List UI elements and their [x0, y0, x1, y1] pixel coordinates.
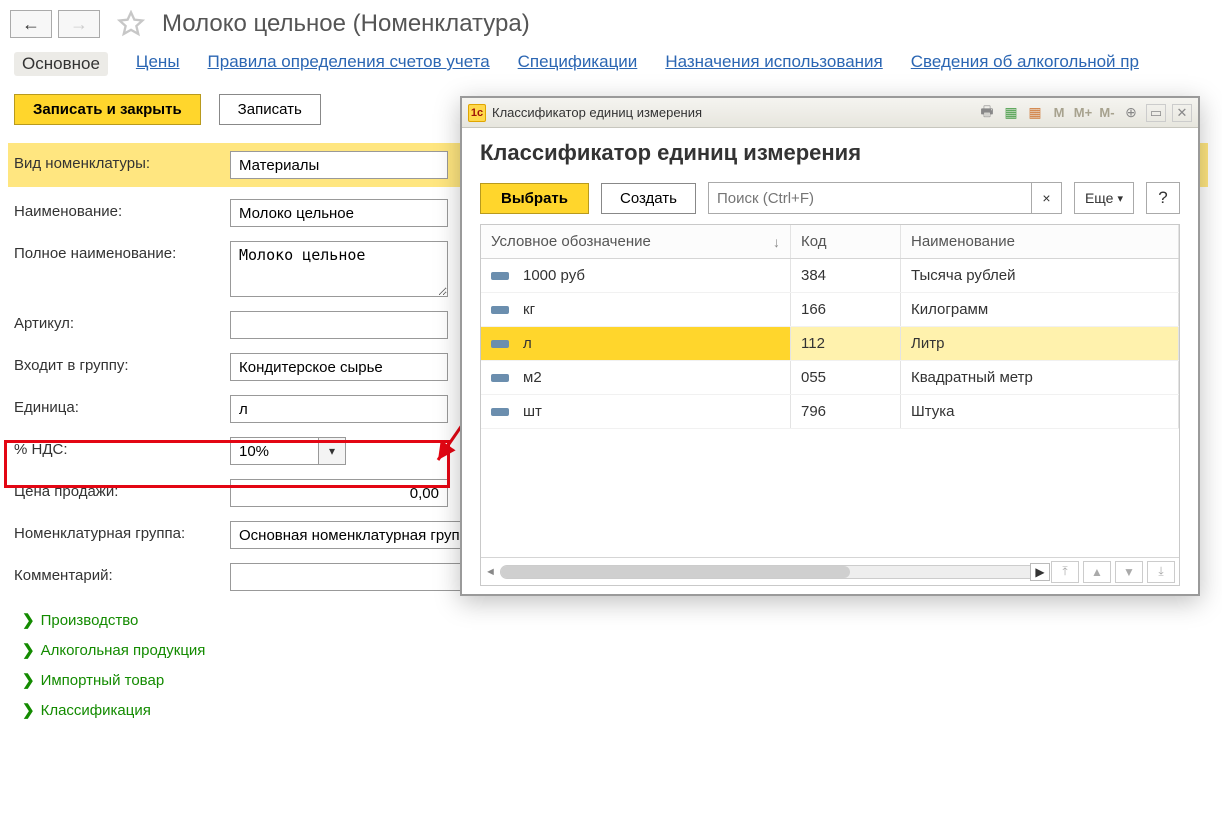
- memory-mplus-button[interactable]: M+: [1074, 104, 1092, 122]
- item-icon: [491, 374, 509, 382]
- zoom-in-icon[interactable]: ⊕: [1122, 104, 1140, 122]
- unit-classifier-window: 1c Классификатор единиц измерения 🖶 ▦ ▦ …: [460, 96, 1200, 596]
- name-label: Наименование:: [14, 199, 230, 220]
- unit-label: Единица:: [14, 395, 230, 416]
- first-row-button[interactable]: ⤒: [1051, 561, 1079, 583]
- chevron-right-icon: ❯: [22, 611, 35, 629]
- expand-import[interactable]: ❯ Импортный товар: [14, 665, 1208, 695]
- vat-label: % НДС:: [14, 437, 230, 458]
- minimize-button[interactable]: ▭: [1146, 104, 1166, 122]
- expand-classification[interactable]: ❯ Классификация: [14, 695, 1208, 725]
- scroll-right-icon[interactable]: ▶: [1030, 563, 1050, 581]
- tab-specs[interactable]: Спецификации: [518, 52, 638, 76]
- horizontal-scrollbar[interactable]: ▶: [500, 565, 1047, 579]
- prev-row-button[interactable]: ▲: [1083, 561, 1111, 583]
- table-row-selected[interactable]: л 112 Литр: [481, 327, 1179, 361]
- calendar-green-icon[interactable]: ▦: [1002, 104, 1020, 122]
- back-button[interactable]: ←: [10, 10, 52, 38]
- forward-button[interactable]: →: [58, 10, 100, 38]
- table-row[interactable]: м2 055 Квадратный метр: [481, 361, 1179, 395]
- tab-alcohol[interactable]: Сведения об алкогольной пр: [911, 52, 1139, 76]
- expand-alcohol[interactable]: ❯ Алкогольная продукция: [14, 635, 1208, 665]
- memory-m-button[interactable]: M: [1050, 104, 1068, 122]
- close-button[interactable]: ✕: [1172, 104, 1192, 122]
- vat-input[interactable]: [230, 437, 318, 465]
- calendar-orange-icon[interactable]: ▦: [1026, 104, 1044, 122]
- chevron-down-icon: ▾: [1117, 192, 1123, 205]
- memory-mminus-button[interactable]: M-: [1098, 104, 1116, 122]
- fullname-label: Полное наименование:: [14, 241, 230, 262]
- group-label: Входит в группу:: [14, 353, 230, 374]
- item-icon: [491, 408, 509, 416]
- next-row-button[interactable]: ▼: [1115, 561, 1143, 583]
- nomgroup-label: Номенклатурная группа:: [14, 521, 230, 542]
- tab-main[interactable]: Основное: [14, 52, 108, 76]
- article-input[interactable]: [230, 311, 448, 339]
- create-button[interactable]: Создать: [601, 183, 696, 214]
- chevron-right-icon: ❯: [22, 671, 35, 689]
- unit-table: Условное обозначение ↓ Код Наименование …: [480, 224, 1180, 586]
- chevron-right-icon: ❯: [22, 641, 35, 659]
- type-label: Вид номенклатуры:: [14, 151, 230, 172]
- table-row[interactable]: кг 166 Килограмм: [481, 293, 1179, 327]
- type-input[interactable]: [230, 151, 448, 179]
- page-title: Молоко цельное (Номенклатура): [162, 10, 530, 38]
- help-button[interactable]: ?: [1146, 182, 1180, 214]
- print-icon[interactable]: 🖶: [978, 104, 996, 122]
- vat-dropdown-button[interactable]: ▾: [318, 437, 346, 465]
- article-label: Артикул:: [14, 311, 230, 332]
- fullname-input[interactable]: Молоко цельное: [230, 241, 448, 297]
- tab-prices[interactable]: Цены: [136, 52, 180, 76]
- item-icon: [491, 340, 509, 348]
- table-row[interactable]: 1000 руб 384 Тысяча рублей: [481, 259, 1179, 293]
- search-input[interactable]: [708, 182, 1032, 214]
- unit-input[interactable]: [230, 395, 448, 423]
- save-button[interactable]: Записать: [219, 94, 321, 125]
- table-row[interactable]: шт 796 Штука: [481, 395, 1179, 429]
- popup-window-title: Классификатор единиц измерения: [492, 105, 702, 120]
- price-input[interactable]: [230, 479, 448, 507]
- col-code[interactable]: Код: [791, 225, 901, 258]
- group-input[interactable]: [230, 353, 448, 381]
- price-label: Цена продажи:: [14, 479, 230, 500]
- last-row-button[interactable]: ⤓: [1147, 561, 1175, 583]
- comment-label: Комментарий:: [14, 563, 230, 584]
- chevron-right-icon: ❯: [22, 701, 35, 719]
- item-icon: [491, 306, 509, 314]
- expand-production[interactable]: ❯ Производство: [14, 605, 1208, 635]
- select-button[interactable]: Выбрать: [480, 183, 589, 214]
- app-1c-icon: 1c: [468, 104, 486, 122]
- scroll-left-icon[interactable]: ◄: [485, 566, 496, 578]
- name-input[interactable]: [230, 199, 448, 227]
- col-symbol[interactable]: Условное обозначение ↓: [481, 225, 791, 258]
- col-name[interactable]: Наименование: [901, 225, 1179, 258]
- sort-asc-icon: ↓: [773, 234, 780, 250]
- clear-search-button[interactable]: ×: [1032, 182, 1062, 214]
- favorite-star-icon[interactable]: [106, 4, 156, 44]
- tab-accounts[interactable]: Правила определения счетов учета: [208, 52, 490, 76]
- popup-heading: Классификатор единиц измерения: [480, 140, 1180, 166]
- tabbar: Основное Цены Правила определения счетов…: [0, 48, 1222, 86]
- more-button[interactable]: Еще ▾: [1074, 182, 1134, 214]
- item-icon: [491, 272, 509, 280]
- save-close-button[interactable]: Записать и закрыть: [14, 94, 201, 125]
- tab-usage[interactable]: Назначения использования: [665, 52, 882, 76]
